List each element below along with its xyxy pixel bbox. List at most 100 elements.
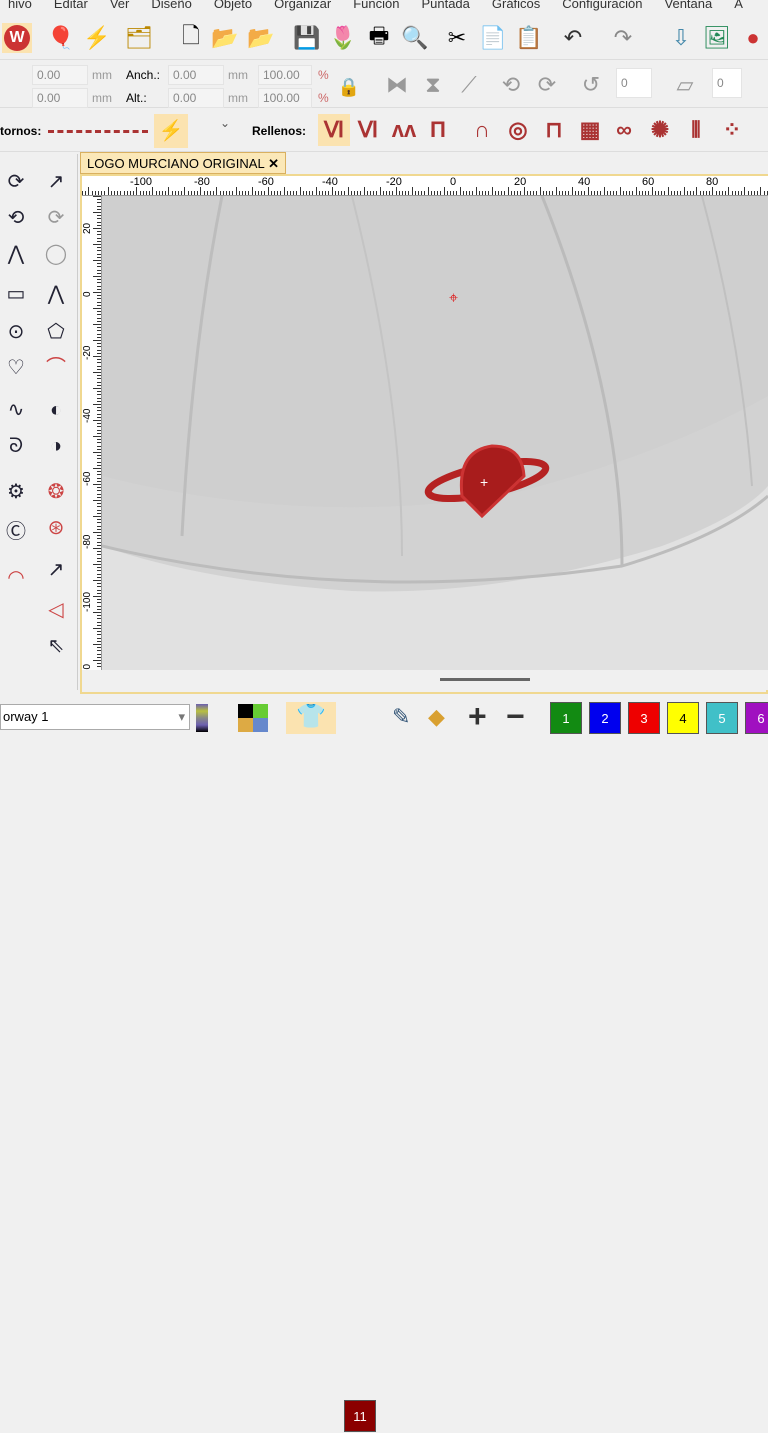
menu-item[interactable]: Diseño — [143, 0, 205, 16]
y-field[interactable]: 0.00 — [32, 88, 88, 108]
paste-icon[interactable]: 📋 — [514, 23, 544, 53]
save-icon[interactable]: 💾 — [292, 23, 322, 53]
remove-color-icon[interactable]: − — [506, 698, 525, 735]
copy-icon[interactable]: 📄 — [478, 23, 508, 53]
column-icon[interactable]: ⌒ — [40, 352, 72, 384]
outline-types[interactable] — [48, 130, 148, 133]
select-icon[interactable]: ⇖ — [40, 630, 72, 662]
ellipse-reshape-icon[interactable]: ◯ — [40, 238, 72, 270]
convert-icon[interactable]: ⚡ — [82, 23, 112, 53]
new-icon[interactable]: 🗋 — [176, 23, 206, 53]
menu-item[interactable]: hivo — [0, 0, 46, 16]
palette-select[interactable]: orway 1 ▾ — [0, 704, 190, 730]
current-color-swatch[interactable]: 11 — [344, 1400, 376, 1432]
pentagon-icon[interactable]: ⬠ — [40, 316, 72, 348]
tab-logo-murciano[interactable]: LOGO MURCIANO ORIGINAL ✕ — [80, 152, 286, 174]
shirt-icon[interactable]: 👕 — [286, 702, 336, 734]
spiral-icon[interactable]: ᘐ — [0, 430, 32, 462]
circle-fill-icon[interactable]: ◎ — [502, 114, 534, 146]
color-swatch-2[interactable]: 2 — [589, 702, 621, 734]
color-swatch-3[interactable]: 3 — [628, 702, 660, 734]
step-fill-icon[interactable]: Π — [422, 114, 454, 146]
open-recent-icon[interactable]: 📂 — [246, 23, 276, 53]
manual-stitch-icon[interactable]: ↗ — [40, 166, 72, 198]
menu-item[interactable]: Objeto — [206, 0, 266, 16]
more-chevron-icon[interactable]: ⌄ — [220, 116, 230, 130]
x-field[interactable]: 0.00 — [32, 65, 88, 85]
slant-field[interactable]: 0 — [712, 68, 742, 98]
mirror-vertical-icon[interactable]: ⧗ — [418, 70, 448, 100]
width-percent-field[interactable]: 100.00 — [258, 65, 312, 85]
width-field[interactable]: 0.00 — [168, 65, 224, 85]
satin-fill-icon[interactable]: Ⅵ — [352, 114, 384, 146]
corel-balloon-icon[interactable]: 🎈 — [46, 23, 76, 53]
design-canvas[interactable]: ⌖ + — [102, 196, 768, 670]
zigzag-outline-icon[interactable]: ⚡ — [154, 114, 188, 148]
menu-item[interactable]: Organizar — [266, 0, 345, 16]
color-swatch-5[interactable]: 5 — [706, 702, 738, 734]
circle-pattern-icon[interactable]: ❂ — [40, 476, 72, 508]
lines-fill-icon[interactable]: ⦀ — [680, 114, 712, 146]
slant-icon[interactable]: ▱ — [670, 70, 700, 100]
lettering-icon[interactable]: ◠ — [0, 562, 32, 594]
send-machine-icon[interactable]: ⇩ — [666, 23, 696, 53]
wave-fill-icon[interactable]: ∩ — [466, 114, 498, 146]
cut-icon[interactable]: ✂ — [442, 23, 472, 53]
height-field[interactable]: 0.00 — [168, 88, 224, 108]
menu-item[interactable]: A — [726, 0, 757, 16]
appliqué-icon[interactable]: ⚙ — [0, 476, 32, 508]
curve-tool-icon[interactable]: ⟳ — [0, 166, 32, 198]
split-icon[interactable]: ◑ — [40, 430, 72, 462]
freehand-icon[interactable]: ∿ — [0, 394, 32, 426]
height-percent-field[interactable]: 100.00 — [258, 88, 312, 108]
polyline-icon[interactable]: ⋀ — [0, 238, 32, 270]
radial-icon[interactable]: ⊛ — [40, 512, 72, 544]
menu-item[interactable]: Puntada — [413, 0, 483, 16]
rotate-right-icon[interactable]: ⟳ — [532, 70, 562, 100]
add-color-icon[interactable]: + — [468, 698, 487, 735]
color-swatch-4[interactable]: 4 — [667, 702, 699, 734]
shapes-icon[interactable]: ♡ — [0, 352, 32, 384]
rotate-left-icon[interactable]: ⟲ — [496, 70, 526, 100]
horizontal-scrollbar[interactable] — [82, 670, 768, 690]
grid-fill-icon[interactable]: ▦ — [574, 114, 606, 146]
reshape-icon[interactable]: ⟳ — [40, 202, 72, 234]
color-swatch-1[interactable]: 1 — [550, 702, 582, 734]
line-tool-icon[interactable]: ↗ — [40, 554, 72, 586]
monogram-icon[interactable]: Ⓒ — [0, 516, 32, 548]
mirror-icon[interactable]: ⟋ — [454, 70, 484, 100]
closed-curve-icon[interactable]: ⟲ — [0, 202, 32, 234]
print-preview-icon[interactable]: 🔍 — [400, 23, 430, 53]
menu-item[interactable]: Ventana — [657, 0, 727, 16]
colors-icon[interactable]: ● — [738, 23, 768, 53]
scroll-thumb[interactable] — [440, 678, 530, 681]
menu-item[interactable]: Función — [345, 0, 413, 16]
menu-item[interactable]: Ver — [102, 0, 144, 16]
wilcom-logo-icon[interactable]: W — [2, 23, 32, 53]
meander-fill-icon[interactable]: ⊓ — [538, 114, 570, 146]
undo-icon[interactable]: ↶ — [558, 23, 588, 53]
rotation-field[interactable]: 0 — [616, 68, 652, 98]
lock-proportions-icon[interactable]: 🔒 — [334, 72, 364, 102]
ellipse-icon[interactable]: ⊙ — [0, 316, 32, 348]
diamond-fill-icon[interactable]: ⁘ — [716, 114, 748, 146]
node-edit-icon[interactable]: ⋀ — [40, 278, 72, 310]
paint-bucket-icon[interactable]: ◆ — [428, 704, 445, 730]
tatami-fill-icon[interactable]: Ⅵ — [318, 114, 350, 146]
export-image-icon[interactable]: 🖼 — [702, 23, 732, 53]
star-fill-icon[interactable]: ✺ — [644, 114, 676, 146]
menu-item[interactable]: Configuración — [554, 0, 656, 16]
add-node-icon[interactable]: ◐ — [40, 394, 72, 426]
menu-item[interactable]: Gráficos — [484, 0, 554, 16]
library-icon[interactable]: 🗂 — [124, 23, 154, 53]
chain-fill-icon[interactable]: ∞ — [608, 114, 640, 146]
menu-item[interactable]: Editar — [46, 0, 102, 16]
color-grid-icon[interactable] — [238, 704, 268, 732]
rectangle-icon[interactable]: ▭ — [0, 278, 32, 310]
rotate-icon[interactable]: ↺ — [576, 70, 606, 100]
export-icon[interactable]: 🌷 — [328, 23, 358, 53]
color-swatch-6[interactable]: 6 — [745, 702, 768, 734]
mirror-horizontal-icon[interactable]: ⧓ — [382, 70, 412, 100]
print-icon[interactable]: 🖶 — [364, 23, 394, 53]
zigzag-fill-icon[interactable]: ʌʌ — [388, 114, 420, 146]
